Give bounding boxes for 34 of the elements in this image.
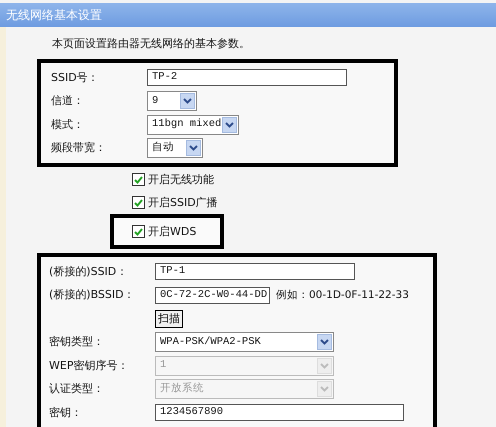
field-label: 认证类型： [49, 382, 105, 396]
description-text: 本页面设置路由器无线网络的基本参数。 [52, 37, 251, 51]
chevron-down-icon [222, 116, 237, 133]
checkbox-option[interactable]: 开启SSID广播 [132, 196, 218, 210]
checkmark-icon [134, 176, 143, 184]
dropdown[interactable]: WPA-PSK/WPA2-PSK [155, 332, 334, 352]
field-label: 信道： [51, 94, 85, 108]
field-label: 频段带宽： [51, 141, 107, 156]
text-field[interactable]: 0C-72-2C-W0-44-DD [155, 286, 270, 304]
chevron-down-icon [180, 93, 195, 110]
field-label: (桥接的)BSSID： [49, 288, 136, 302]
checkbox-option[interactable]: 开启无线功能 [132, 172, 214, 186]
field-label: 密钥： [49, 406, 83, 420]
chevron-down-icon [317, 381, 332, 398]
checkmark-icon [134, 228, 143, 236]
field-label: WEP密钥序号： [49, 358, 130, 373]
text-field[interactable]: TP-2 [147, 69, 347, 86]
text-field[interactable]: 1234567890 [155, 404, 404, 422]
dropdown[interactable]: 11bgn mixed [147, 114, 239, 135]
chevron-down-icon [317, 358, 332, 374]
checkmark-icon [134, 198, 143, 206]
window-title: 无线网络基本设置 [6, 6, 102, 24]
checkbox-option[interactable]: 开启WDS [132, 224, 196, 238]
chevron-down-icon [186, 140, 201, 156]
chevron-down-icon [317, 334, 332, 350]
dropdown[interactable]: 自动 [147, 138, 203, 158]
field-label: SSID号： [51, 70, 100, 85]
scan-button[interactable]: 扫描 [155, 310, 183, 328]
field-label: 模式： [51, 118, 85, 132]
dropdown[interactable]: 9 [147, 91, 197, 112]
hint-text: 例如：00-1D-0F-11-22-33 [276, 288, 409, 302]
text-field[interactable]: TP-1 [155, 263, 355, 280]
field-label: 密钥类型： [49, 335, 105, 350]
field-label: (桥接的)SSID： [49, 264, 128, 279]
